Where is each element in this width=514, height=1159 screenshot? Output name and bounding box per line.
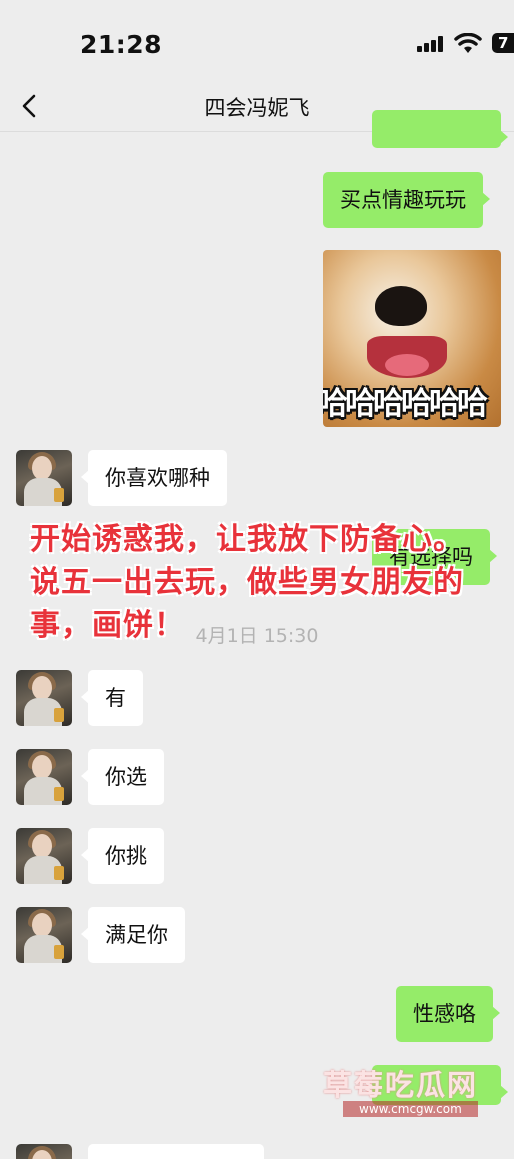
contact-avatar[interactable] xyxy=(16,1144,72,1159)
contact-avatar[interactable] xyxy=(16,828,72,884)
message-text: 你挑 xyxy=(105,844,147,868)
contact-avatar[interactable] xyxy=(16,749,72,805)
message-bubble-self[interactable]: 性感咯 xyxy=(396,986,500,1042)
message-text: 满足你 xyxy=(105,923,168,947)
message-bubble-self[interactable]: 买点情趣玩玩 xyxy=(323,172,490,228)
sticker-dog-nose xyxy=(375,286,427,326)
contact-avatar[interactable] xyxy=(16,670,72,726)
battery-icon: 7 xyxy=(492,33,514,53)
signal-icon xyxy=(417,36,447,52)
message-text: 买点情趣玩玩 xyxy=(340,188,466,212)
site-watermark: 草莓吃瓜网 www.cmcgw.com xyxy=(323,1062,503,1122)
dog-sticker-image[interactable]: 哈哈哈哈哈哈 xyxy=(323,250,501,427)
watermark-url: www.cmcgw.com xyxy=(343,1101,478,1117)
watermark-title: 草莓吃瓜网 xyxy=(323,1068,479,1102)
contact-avatar[interactable] xyxy=(16,450,72,506)
message-bubble-partial xyxy=(88,1144,264,1159)
sticker-dog-tongue xyxy=(385,354,429,376)
message-text: 你喜欢哪种 xyxy=(105,466,210,490)
battery-level: 7 xyxy=(498,34,509,52)
message-text: 有 xyxy=(105,686,126,710)
message-bubble-other[interactable]: 你选 xyxy=(81,749,164,805)
status-time: 21:28 xyxy=(80,30,163,59)
message-bubble-other[interactable]: 有 xyxy=(81,670,143,726)
sticker-caption: 哈哈哈哈哈哈 xyxy=(323,386,488,422)
message-bubble-other[interactable]: 你喜欢哪种 xyxy=(81,450,227,506)
message-text: 性感咯 xyxy=(413,1002,476,1026)
message-bubble-other[interactable]: 你挑 xyxy=(81,828,164,884)
message-bubble-partial xyxy=(372,110,508,148)
message-bubble-other[interactable]: 满足你 xyxy=(81,907,185,963)
message-text: 你选 xyxy=(105,765,147,789)
wifi-icon xyxy=(454,33,482,53)
annotation-overlay: 开始诱惑我，让我放下防备心。说五一出去玩，做些男女朋友的事，画饼！ xyxy=(30,522,464,643)
status-bar: 21:28 7 xyxy=(0,0,514,80)
contact-avatar[interactable] xyxy=(16,907,72,963)
